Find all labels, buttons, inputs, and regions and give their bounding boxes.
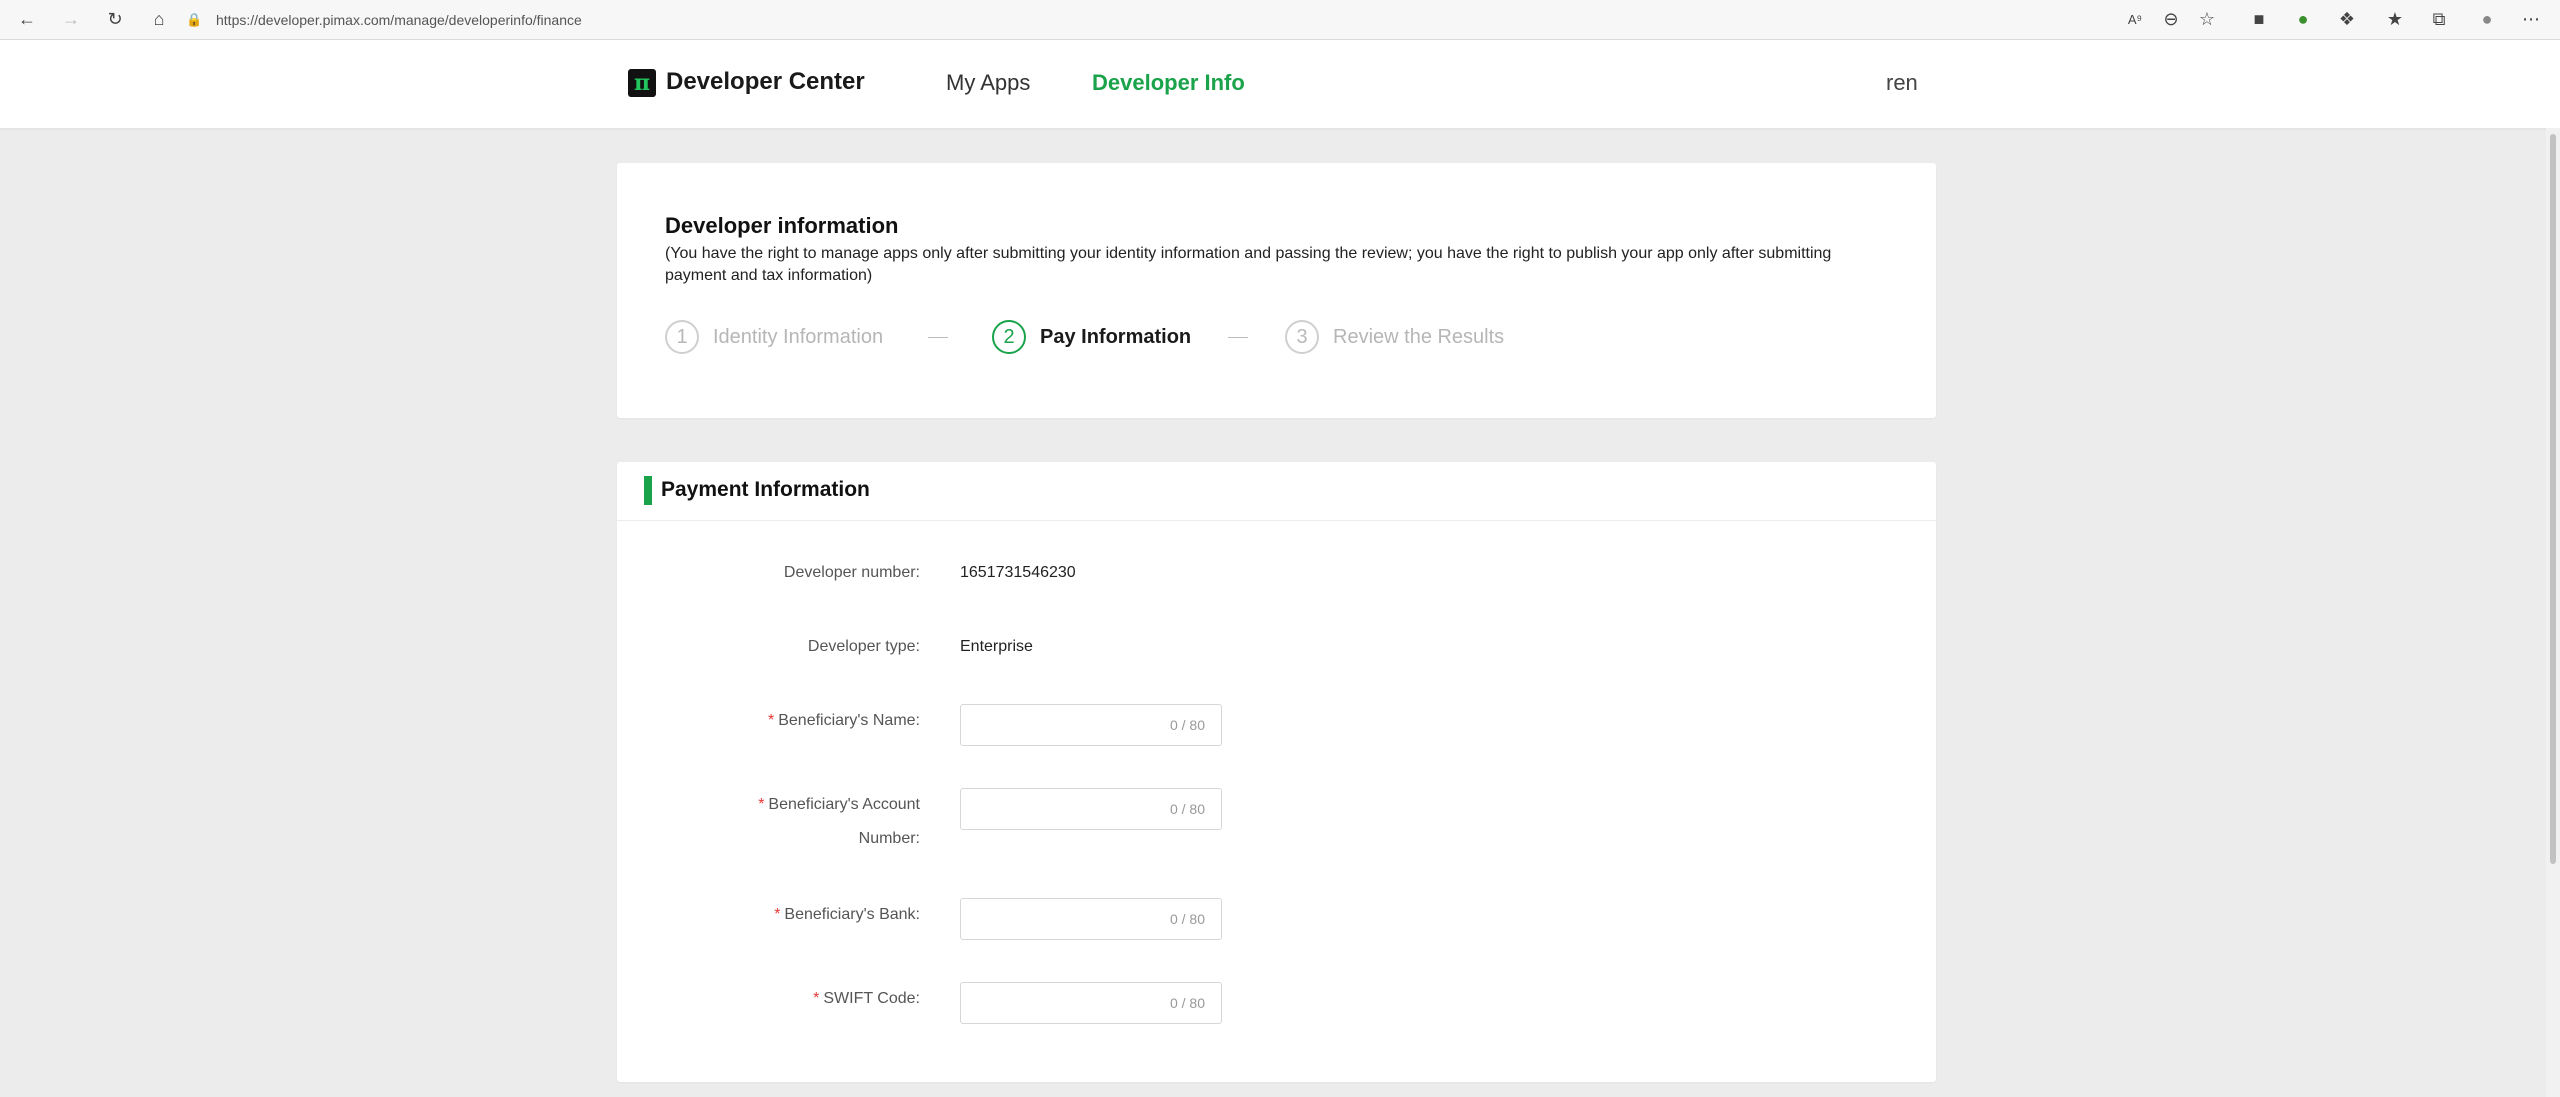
user-menu[interactable]: ren: [1886, 70, 1918, 96]
beneficiary-bank-label: * Beneficiary's Bank:: [774, 906, 920, 923]
step-review-results[interactable]: 3 Review the Results: [1285, 318, 1504, 356]
url-text: https://developer.pimax.com/manage/devel…: [216, 11, 582, 28]
favorite-add-icon[interactable]: ☆: [2196, 8, 2218, 30]
app-header: π Developer Center My Apps Developer Inf…: [0, 40, 2560, 128]
beneficiary-account-field[interactable]: [971, 789, 1155, 831]
swift-code-input[interactable]: 0 / 80: [960, 982, 1222, 1025]
step-identity-information[interactable]: 1 Identity Information: [665, 318, 883, 356]
step-label: Pay Information: [1040, 325, 1192, 348]
beneficiary-bank-field[interactable]: [971, 899, 1155, 941]
extensions-puzzle-icon[interactable]: ❖: [2336, 8, 2358, 30]
step-separator: [928, 337, 948, 338]
developer-number-label: Developer number:: [783, 564, 920, 581]
read-aloud-icon[interactable]: A⁹: [2124, 8, 2146, 30]
char-counter: 0 / 80: [1169, 995, 1205, 1011]
nav-developer-info[interactable]: Developer Info: [1092, 70, 1245, 96]
refresh-icon[interactable]: ↻: [104, 8, 126, 30]
lock-icon: 🔒: [186, 11, 203, 27]
step-label: Review the Results: [1333, 325, 1505, 348]
section-header: Payment Information: [617, 462, 1936, 521]
developer-number-value: 1651731546230: [960, 564, 1076, 581]
nav-my-apps[interactable]: My Apps: [946, 70, 1030, 96]
forward-icon[interactable]: →: [60, 8, 82, 30]
developer-info-card: Developer information (You have the righ…: [617, 163, 1936, 418]
extension-icon[interactable]: ■: [2248, 8, 2270, 30]
step-number: 1: [665, 320, 699, 354]
step-label: Identity Information: [713, 325, 884, 348]
step-pay-information[interactable]: 2 Pay Information: [992, 318, 1191, 356]
back-icon[interactable]: ←: [16, 8, 38, 30]
zoom-icon[interactable]: ⊖: [2160, 8, 2182, 30]
beneficiary-name-input[interactable]: 0 / 80: [960, 704, 1222, 747]
browser-toolbar: ← → ↻ ⌂ 🔒 https://developer.pimax.com/ma…: [0, 0, 2560, 40]
developer-type-value: Enterprise: [960, 638, 1033, 655]
more-menu-icon[interactable]: ⋯: [2520, 8, 2542, 30]
home-icon[interactable]: ⌂: [148, 8, 170, 30]
char-counter: 0 / 80: [1169, 717, 1205, 733]
developer-type-label: Developer type:: [807, 638, 920, 655]
scrollbar-thumb[interactable]: [2550, 134, 2556, 864]
page-title: Developer information: [665, 213, 899, 238]
extension-globe-icon[interactable]: ●: [2292, 8, 2314, 30]
page-description: (You have the right to manage apps only …: [665, 245, 1832, 284]
swift-code-field[interactable]: [971, 983, 1155, 1025]
progress-steps: 1 Identity Information 2 Pay Information…: [665, 318, 1565, 356]
brand-title[interactable]: Developer Center: [666, 68, 865, 96]
char-counter: 0 / 80: [1169, 911, 1205, 927]
step-number: 3: [1285, 320, 1319, 354]
beneficiary-name-field[interactable]: [971, 705, 1155, 747]
favorites-icon[interactable]: ★: [2384, 8, 2406, 30]
beneficiary-account-input[interactable]: 0 / 80: [960, 788, 1222, 831]
payment-info-card: Payment Information Developer number: 16…: [617, 462, 1936, 1082]
collections-icon[interactable]: ⧉: [2428, 8, 2450, 30]
beneficiary-name-label: * Beneficiary's Name:: [767, 712, 920, 729]
profile-avatar-icon[interactable]: ●: [2476, 8, 2498, 30]
beneficiary-bank-input[interactable]: 0 / 80: [960, 898, 1222, 941]
address-bar[interactable]: 🔒 https://developer.pimax.com/manage/dev…: [186, 5, 2166, 34]
step-separator: [1228, 337, 1248, 338]
section-accent-bar: [644, 476, 652, 505]
char-counter: 0 / 80: [1169, 801, 1205, 817]
beneficiary-account-label: * Beneficiary's Account Number:: [758, 796, 920, 847]
page-scrollbar[interactable]: [2546, 128, 2560, 1097]
pi-logo-icon[interactable]: π: [628, 69, 656, 97]
section-title: Payment Information: [661, 478, 870, 501]
step-number: 2: [992, 320, 1026, 354]
swift-code-label: * SWIFT Code:: [813, 990, 920, 1007]
